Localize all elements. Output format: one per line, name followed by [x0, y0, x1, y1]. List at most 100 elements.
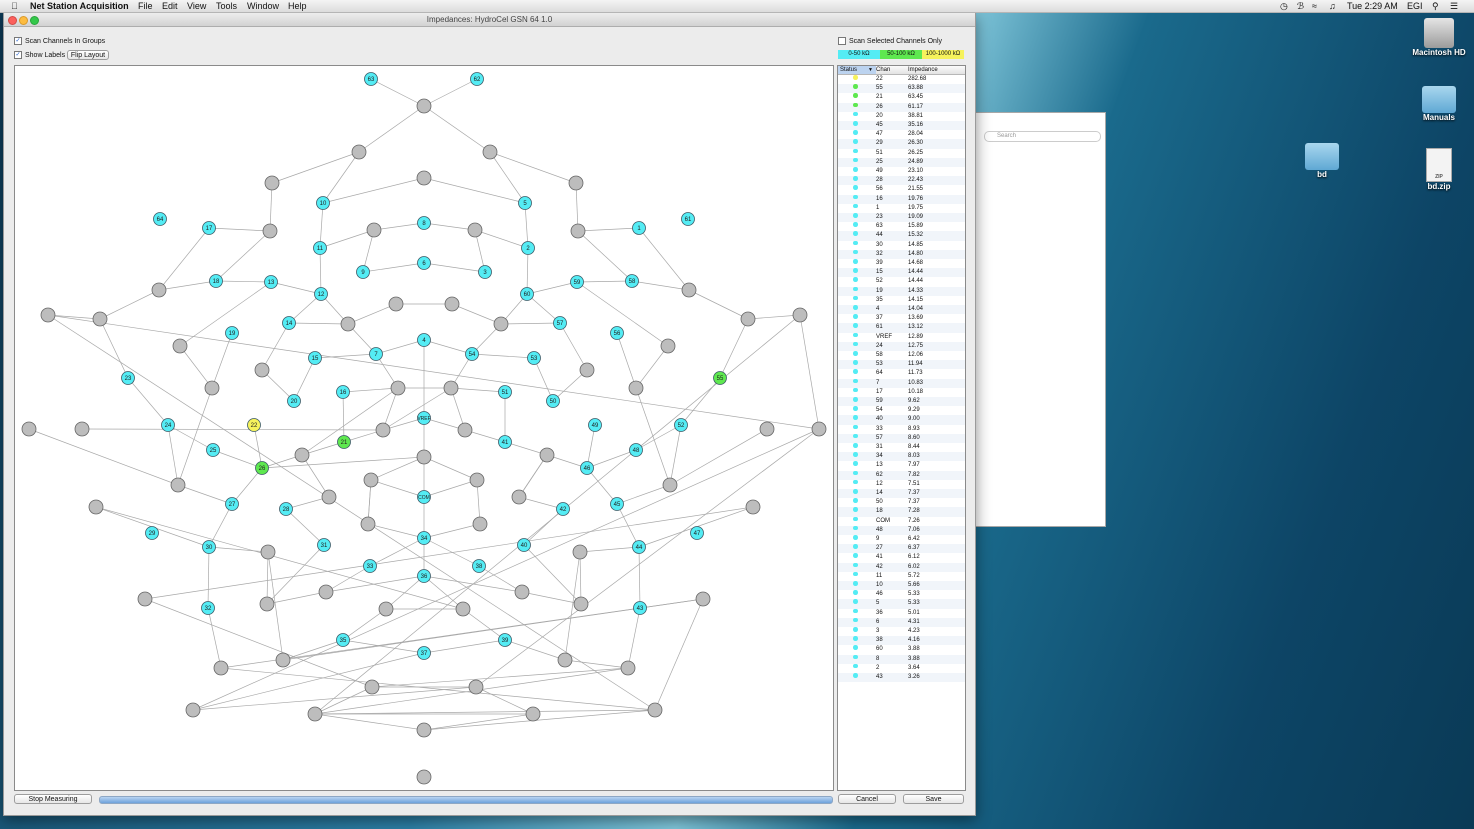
electrode-unlabeled[interactable] [294, 447, 310, 463]
table-row[interactable]: VREF 12.89 [838, 332, 965, 342]
table-row[interactable]: 32 14.80 [838, 249, 965, 259]
table-row[interactable]: 29 26.30 [838, 139, 965, 149]
table-row[interactable]: 17 10.18 [838, 387, 965, 397]
electrode-36[interactable]: 36 [417, 569, 431, 583]
table-row[interactable]: 36 5.01 [838, 608, 965, 618]
electrode-unlabeled[interactable] [388, 296, 404, 312]
table-row[interactable]: 50 7.37 [838, 498, 965, 508]
electrode-49[interactable]: 49 [588, 418, 602, 432]
notification-center-icon[interactable]: ☰ [1450, 1, 1458, 11]
volume-icon[interactable]: ♫ [1329, 1, 1336, 11]
electrode-5[interactable]: 5 [518, 196, 532, 210]
electrode-unlabeled[interactable] [467, 222, 483, 238]
table-row[interactable]: 47 28.04 [838, 130, 965, 140]
electrode-52[interactable]: 52 [674, 418, 688, 432]
electrode-37[interactable]: 37 [417, 646, 431, 660]
electrode-9[interactable]: 9 [356, 265, 370, 279]
electrode-unlabeled[interactable] [443, 380, 459, 396]
electrode-26[interactable]: 26 [255, 461, 269, 475]
electrode-unlabeled[interactable] [416, 769, 432, 785]
table-row[interactable]: 40 9.00 [838, 415, 965, 425]
table-row[interactable]: 27 6.37 [838, 544, 965, 554]
electrode-unlabeled[interactable] [275, 652, 291, 668]
electrode-unlabeled[interactable] [318, 584, 334, 600]
menu-tools[interactable]: Tools [216, 1, 237, 11]
electrode-8[interactable]: 8 [417, 216, 431, 230]
electrode-45[interactable]: 45 [610, 497, 624, 511]
electrode-33[interactable]: 33 [363, 559, 377, 573]
table-row[interactable]: 57 8.60 [838, 433, 965, 443]
electrode-56[interactable]: 56 [610, 326, 624, 340]
electrode-unlabeled[interactable] [254, 362, 270, 378]
electrode-unlabeled[interactable] [416, 98, 432, 114]
electrode-32[interactable]: 32 [201, 601, 215, 615]
electrode-unlabeled[interactable] [662, 477, 678, 493]
electrode-29[interactable]: 29 [145, 526, 159, 540]
table-row[interactable]: 37 13.69 [838, 314, 965, 324]
electrode-25[interactable]: 25 [206, 443, 220, 457]
electrode-unlabeled[interactable] [74, 421, 90, 437]
electrode-unlabeled[interactable] [363, 472, 379, 488]
table-row[interactable]: 54 9.29 [838, 406, 965, 416]
electrode-unlabeled[interactable] [579, 362, 595, 378]
show-labels-checkbox[interactable]: ✓ Show Labels [14, 51, 65, 59]
electrode-50[interactable]: 50 [546, 394, 560, 408]
table-row[interactable]: 62 7.82 [838, 470, 965, 480]
table-row[interactable]: 56 21.55 [838, 185, 965, 195]
electrode-unlabeled[interactable] [416, 449, 432, 465]
sensor-net-canvas[interactable]: 63 62 64 61 17 1 10 5 8 11 2 6 9 3 12 60 18 13 59 58 14 57 19 5… [14, 65, 834, 791]
stop-measuring-button[interactable]: Stop Measuring [14, 794, 92, 804]
electrode-unlabeled[interactable] [416, 722, 432, 738]
electrode-43[interactable]: 43 [633, 601, 647, 615]
electrode-41[interactable]: 41 [498, 435, 512, 449]
electrode-48[interactable]: 48 [629, 443, 643, 457]
finder-search-field[interactable]: Search [984, 131, 1101, 142]
table-row[interactable]: 19 14.33 [838, 286, 965, 296]
electrode-unlabeled[interactable] [628, 380, 644, 396]
table-row[interactable]: 24 12.75 [838, 341, 965, 351]
electrode-unlabeled[interactable] [366, 222, 382, 238]
electrode-unlabeled[interactable] [457, 422, 473, 438]
electrode-58[interactable]: 58 [625, 274, 639, 288]
electrode-6[interactable]: 6 [417, 256, 431, 270]
bluetooth-icon[interactable]: ℬ [1297, 1, 1304, 11]
table-row[interactable]: 18 7.28 [838, 507, 965, 517]
electrode-unlabeled[interactable] [660, 338, 676, 354]
electrode-unlabeled[interactable] [557, 652, 573, 668]
table-row[interactable]: 38 4.16 [838, 636, 965, 646]
scan-groups-checkbox[interactable]: ✓ Scan Channels In Groups [14, 37, 105, 45]
impedance-table[interactable]: Status ▼ Chan Impedance 22 282.68 55 63.88 2… [837, 65, 966, 791]
table-row[interactable]: 60 3.88 [838, 645, 965, 655]
electrode-unlabeled[interactable] [811, 421, 827, 437]
electrode-unlabeled[interactable] [468, 679, 484, 695]
table-row[interactable]: 25 24.89 [838, 157, 965, 167]
electrode-unlabeled[interactable] [40, 307, 56, 323]
desktop-icon-bd-zip[interactable]: ZIP bd.zip [1414, 148, 1464, 191]
electrode-unlabeled[interactable] [375, 422, 391, 438]
desktop-icon-macintosh-hd[interactable]: Macintosh HD [1410, 18, 1468, 57]
electrode-11[interactable]: 11 [313, 241, 327, 255]
table-row[interactable]: 49 23.10 [838, 167, 965, 177]
table-row[interactable]: 3 4.23 [838, 627, 965, 637]
electrode-47[interactable]: 47 [690, 526, 704, 540]
save-button[interactable]: Save [903, 794, 964, 804]
table-row[interactable]: 7 10.83 [838, 378, 965, 388]
electrode-31[interactable]: 31 [317, 538, 331, 552]
table-row[interactable]: 6 4.31 [838, 617, 965, 627]
flip-layout-button[interactable]: Flip Layout [67, 50, 109, 60]
column-header-chan[interactable]: Chan [876, 66, 890, 74]
electrode-15[interactable]: 15 [308, 351, 322, 365]
electrode-20[interactable]: 20 [287, 394, 301, 408]
electrode-24[interactable]: 24 [161, 418, 175, 432]
table-row[interactable]: 46 5.33 [838, 590, 965, 600]
electrode-18[interactable]: 18 [209, 274, 223, 288]
electrode-1[interactable]: 1 [632, 221, 646, 235]
electrode-46[interactable]: 46 [580, 461, 594, 475]
electrode-unlabeled[interactable] [472, 516, 488, 532]
table-row[interactable]: 20 38.81 [838, 111, 965, 121]
electrode-51[interactable]: 51 [498, 385, 512, 399]
electrode-unlabeled[interactable] [759, 421, 775, 437]
menu-window[interactable]: Window [247, 1, 279, 11]
apple-icon[interactable]:  [11, 1, 18, 11]
table-row[interactable]: 4 14.04 [838, 305, 965, 315]
